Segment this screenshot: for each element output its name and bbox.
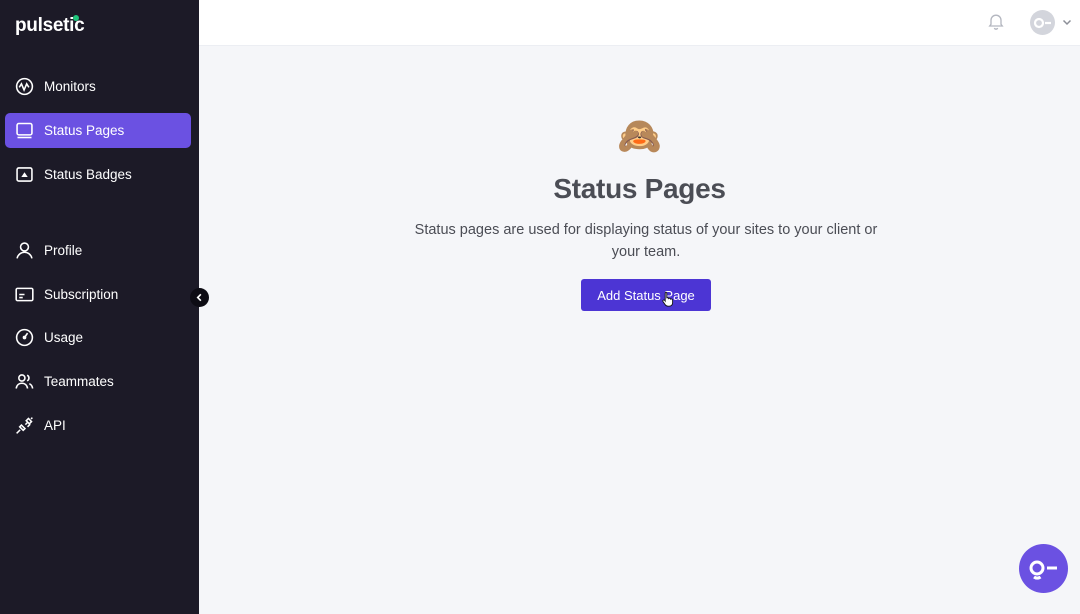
chat-face-icon (1029, 560, 1057, 580)
sidebar-item-label: API (44, 418, 66, 433)
collapse-sidebar-button[interactable] (190, 288, 209, 307)
plug-icon (16, 417, 33, 434)
screen-icon (16, 122, 33, 139)
sidebar-item-api[interactable]: API (5, 408, 191, 443)
chevron-down-icon[interactable] (1061, 16, 1073, 28)
card-icon (15, 287, 34, 302)
add-status-page-button[interactable]: Add Status Page (581, 279, 711, 311)
empty-state-description: Status pages are used for displaying sta… (414, 222, 878, 260)
gauge-icon (15, 328, 34, 347)
avatar-face-icon (1033, 17, 1051, 28)
sidebar-item-label: Status Pages (44, 123, 125, 138)
chat-widget-button[interactable] (1019, 544, 1068, 593)
user-icon (16, 242, 33, 259)
logo-dot (73, 15, 79, 21)
hand-cursor-icon (662, 291, 674, 307)
sidebar-item-label: Monitors (44, 79, 96, 94)
sidebar-item-label: Profile (44, 243, 83, 258)
avatar[interactable] (1030, 10, 1055, 35)
sidebar: pulsetic Monitors Status Pages Status Ba… (0, 0, 199, 614)
page-title: Status Pages (553, 173, 726, 204)
badge-icon (16, 167, 33, 182)
sidebar-item-profile[interactable]: Profile (5, 233, 191, 268)
chevron-left-icon (196, 293, 202, 302)
sidebar-item-teammates[interactable]: Teammates (5, 364, 191, 399)
sidebar-item-status-pages[interactable]: Status Pages (5, 113, 191, 148)
sidebar-item-label: Usage (44, 330, 84, 345)
sidebar-item-monitors[interactable]: Monitors (5, 69, 191, 104)
bell-icon[interactable] (986, 11, 1006, 31)
users-icon (15, 374, 34, 389)
sidebar-item-subscription[interactable]: Subscription (5, 277, 191, 312)
monitor-pulse-icon (15, 77, 34, 96)
sidebar-item-label: Teammates (44, 374, 114, 389)
logo[interactable]: pulsetic (15, 15, 85, 37)
add-status-page-label: Add Status Page (597, 287, 695, 303)
sidebar-item-usage[interactable]: Usage (5, 320, 191, 355)
top-bar (199, 0, 1080, 46)
sidebar-item-label: Subscription (44, 287, 119, 302)
sidebar-item-status-badges[interactable]: Status Badges (5, 157, 191, 192)
sidebar-item-label: Status Badges (44, 167, 132, 182)
see-no-evil-monkey-icon: 🙈 (617, 115, 662, 156)
